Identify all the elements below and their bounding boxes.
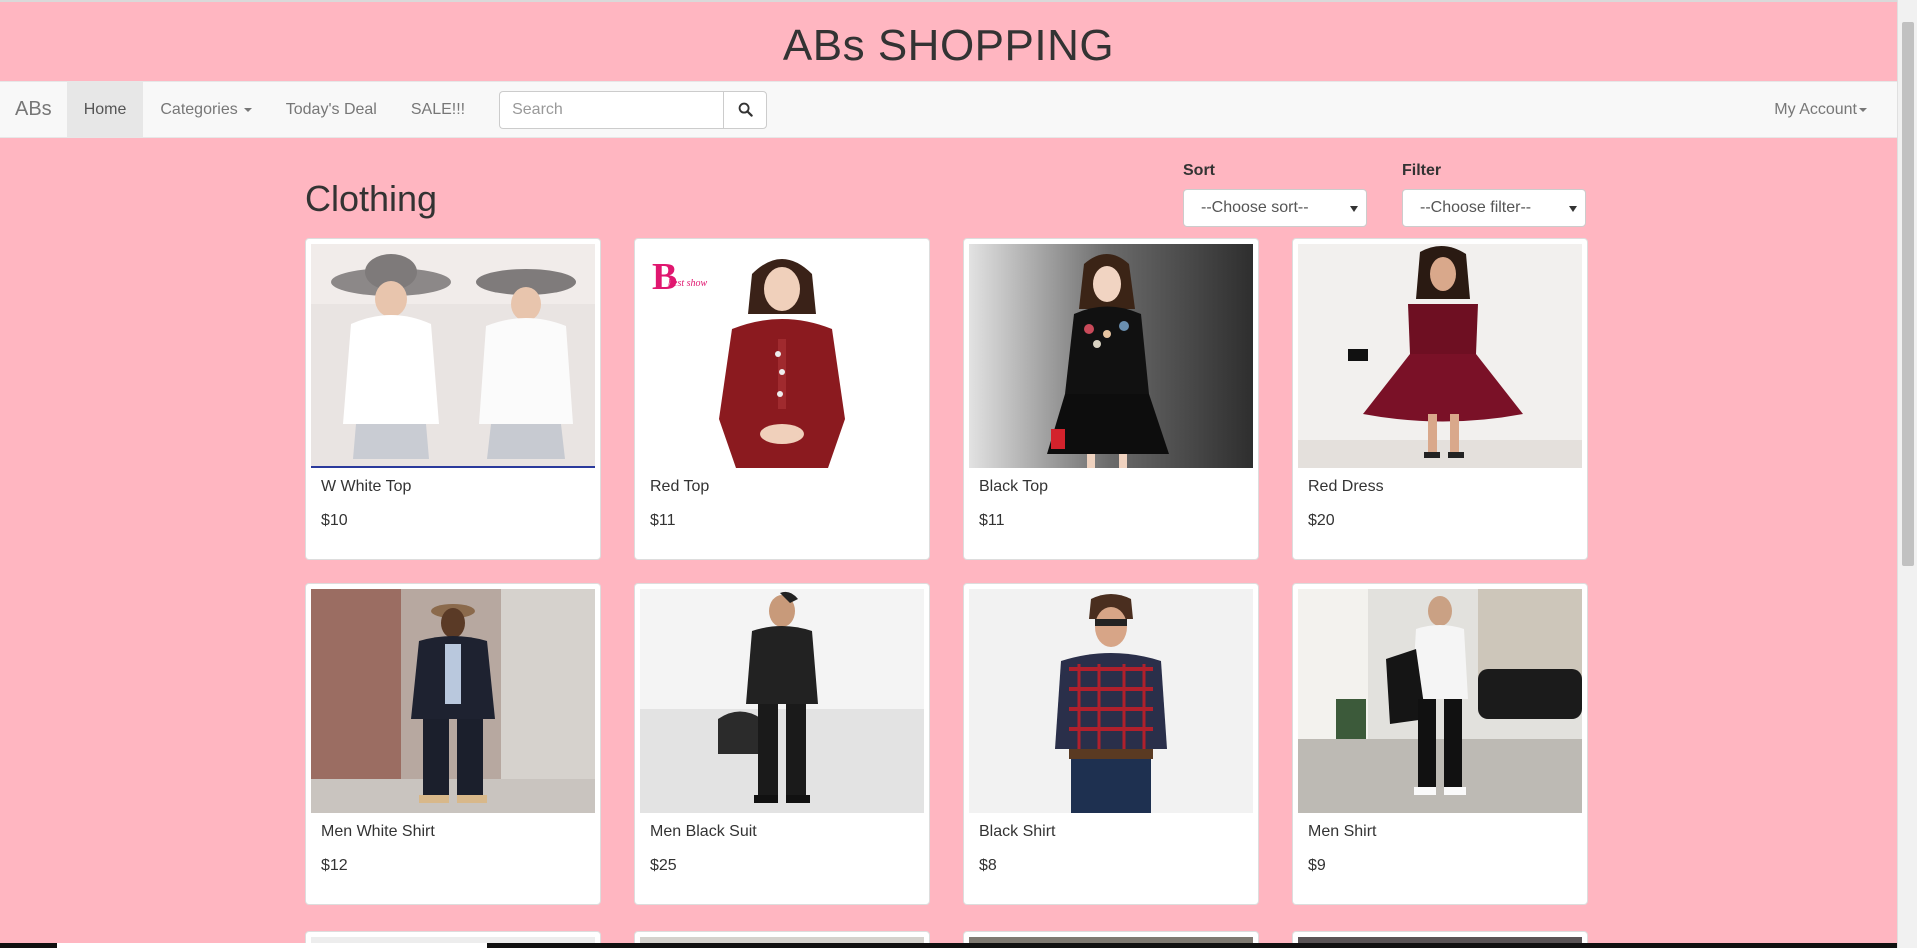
product-image[interactable]: B best show bbox=[640, 244, 924, 468]
navbar-brand[interactable]: ABs bbox=[0, 82, 67, 137]
product-price: $25 bbox=[650, 857, 677, 874]
sort-label: Sort bbox=[1183, 162, 1215, 179]
brand-logo-text: best show bbox=[668, 278, 708, 289]
product-name[interactable]: Black Shirt bbox=[979, 823, 1055, 841]
horizontal-scrollbar[interactable] bbox=[0, 943, 1897, 948]
product-price: $20 bbox=[1308, 512, 1335, 529]
product-card[interactable]: Black Top $11 bbox=[963, 238, 1259, 560]
product-card[interactable]: Red Dress $20 bbox=[1292, 238, 1588, 560]
search-form bbox=[499, 90, 768, 129]
filter-select[interactable]: --Choose filter-- bbox=[1402, 189, 1586, 227]
product-card[interactable]: W White Top $10 bbox=[305, 238, 601, 560]
nav-home[interactable]: Home bbox=[66, 82, 144, 137]
product-name[interactable]: Red Top bbox=[650, 478, 709, 496]
filter-select-value: --Choose filter-- bbox=[1420, 199, 1532, 216]
search-input[interactable] bbox=[499, 90, 724, 129]
scrollbar-thumb[interactable] bbox=[1902, 22, 1914, 566]
caret-down-icon bbox=[243, 107, 252, 112]
product-card[interactable]: Men Black Suit $25 bbox=[634, 583, 930, 905]
product-card[interactable]: B best show Red Top $11 bbox=[634, 238, 930, 560]
product-image[interactable] bbox=[1298, 589, 1582, 813]
nav-todays-deal-label: Today's Deal bbox=[285, 100, 377, 118]
sort-control: Sort --Choose sort-- bbox=[1183, 162, 1367, 227]
sort-select[interactable]: --Choose sort-- bbox=[1183, 189, 1367, 227]
filter-control: Filter --Choose filter-- bbox=[1402, 162, 1586, 227]
navbar: ABs Home Categories Today's Deal SALE!!!… bbox=[0, 81, 1897, 138]
search-button[interactable] bbox=[723, 90, 768, 129]
nav-categories-label: Categories bbox=[160, 100, 238, 118]
nav-todays-deal[interactable]: Today's Deal bbox=[269, 82, 394, 137]
product-price: $11 bbox=[650, 512, 676, 529]
search-icon bbox=[738, 102, 753, 117]
nav-home-label: Home bbox=[83, 100, 127, 118]
product-price: $9 bbox=[1308, 857, 1326, 874]
horizontal-scrollbar-thumb[interactable] bbox=[57, 943, 487, 948]
my-account-label: My Account bbox=[1774, 100, 1857, 118]
nav-sale[interactable]: SALE!!! bbox=[394, 82, 482, 137]
filter-label: Filter bbox=[1402, 162, 1442, 179]
product-name[interactable]: Men Shirt bbox=[1308, 823, 1376, 841]
caret-down-icon bbox=[1859, 107, 1867, 112]
product-image[interactable] bbox=[311, 244, 595, 468]
product-image[interactable] bbox=[640, 589, 924, 813]
page-title: Clothing bbox=[305, 178, 438, 219]
site-banner: ABs SHOPPING bbox=[0, 2, 1897, 81]
my-account-menu[interactable]: My Account bbox=[1774, 82, 1867, 137]
nav-sale-label: SALE!!! bbox=[410, 100, 466, 118]
site-title: ABs SHOPPING bbox=[782, 20, 1115, 70]
product-name[interactable]: Men White Shirt bbox=[321, 823, 435, 841]
product-price: $8 bbox=[979, 857, 997, 874]
dropdown-arrow-icon bbox=[1569, 206, 1577, 212]
product-image[interactable] bbox=[1298, 244, 1582, 468]
nav-categories[interactable]: Categories bbox=[143, 82, 268, 137]
product-card[interactable]: Men Shirt $9 bbox=[1292, 583, 1588, 905]
dropdown-arrow-icon bbox=[1350, 206, 1358, 212]
sort-select-value: --Choose sort-- bbox=[1201, 199, 1309, 216]
product-name[interactable]: Men Black Suit bbox=[650, 823, 757, 841]
product-image[interactable] bbox=[969, 244, 1253, 468]
product-price: $11 bbox=[979, 512, 1005, 529]
product-image[interactable] bbox=[311, 589, 595, 813]
product-name[interactable]: Black Top bbox=[979, 478, 1048, 496]
brand-logo-letter: B bbox=[652, 256, 677, 298]
product-price: $12 bbox=[321, 857, 348, 874]
product-card[interactable]: Men White Shirt $12 bbox=[305, 583, 601, 905]
product-price: $10 bbox=[321, 512, 348, 529]
product-card[interactable]: Black Shirt $8 bbox=[963, 583, 1259, 905]
product-image[interactable] bbox=[969, 589, 1253, 813]
vertical-scrollbar[interactable] bbox=[1897, 0, 1917, 948]
product-name[interactable]: Red Dress bbox=[1308, 478, 1384, 496]
product-name[interactable]: W White Top bbox=[321, 478, 411, 496]
